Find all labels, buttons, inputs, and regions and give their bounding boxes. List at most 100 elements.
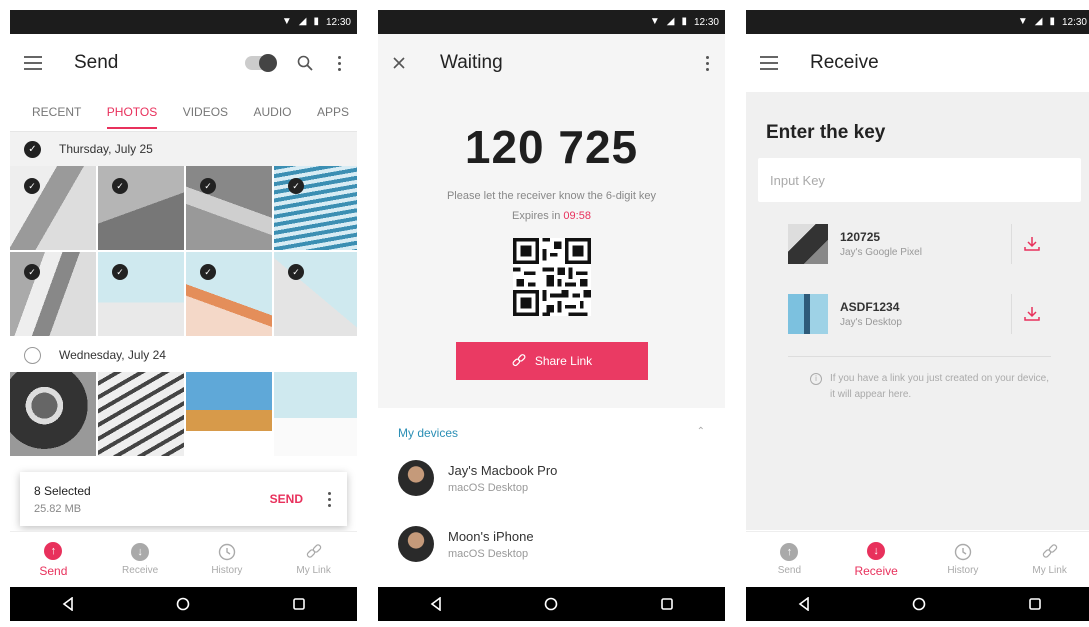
qr-code — [512, 238, 591, 316]
recents-icon[interactable] — [1024, 593, 1046, 615]
back-icon[interactable] — [425, 593, 447, 615]
recents-icon[interactable] — [288, 593, 310, 615]
home-icon[interactable] — [540, 593, 562, 615]
more-icon[interactable] — [325, 491, 333, 507]
photo-thumbnail[interactable] — [10, 372, 96, 456]
back-icon[interactable] — [793, 593, 815, 615]
download-icon[interactable] — [1011, 294, 1051, 334]
unchecked-circle-icon[interactable] — [24, 346, 41, 364]
photo-thumbnail[interactable]: ✓ — [186, 166, 272, 250]
recents-icon[interactable] — [656, 593, 678, 615]
photo-thumbnail[interactable]: ✓ — [274, 252, 357, 336]
photo-thumbnail[interactable]: ✓ — [10, 252, 96, 336]
status-bar: ▼ ◢ ▮ 12:30 — [10, 10, 357, 34]
nav-send[interactable]: ↑ Send — [754, 543, 824, 576]
photo-thumbnail[interactable] — [186, 372, 272, 456]
photo-thumbnail[interactable]: ✓ — [98, 166, 184, 250]
chevron-up-icon[interactable]: ⌃ — [697, 426, 705, 440]
wifi-icon: ▼ — [649, 16, 660, 27]
check-icon: ✓ — [200, 264, 216, 280]
upload-icon: ↑ — [44, 541, 63, 560]
devices-header[interactable]: My devices ⌃ — [398, 426, 705, 440]
key-input[interactable] — [758, 158, 1081, 202]
check-icon[interactable]: ✓ — [24, 140, 41, 158]
hint-text: If you have a link you just created on y… — [830, 373, 1050, 400]
app-bar: Send — [10, 34, 357, 92]
tab-recent[interactable]: RECENT — [32, 95, 81, 129]
search-icon[interactable] — [297, 55, 313, 71]
photo-thumbnail[interactable] — [274, 372, 357, 456]
status-bar: ▼ ◢ ▮ 12:30 — [746, 10, 1089, 34]
nav-label: Send — [39, 563, 68, 578]
link-icon — [305, 543, 323, 561]
link-hint: i If you have a link you just created on… — [810, 371, 1051, 403]
waiting-screen: ▼ ◢ ▮ 12:30 Waiting 120 725 Please let t… — [378, 10, 725, 621]
tab-photos[interactable]: PHOTOS — [106, 95, 158, 129]
recent-key-item[interactable]: 120725 Jay's Google Pixel — [788, 216, 1051, 272]
nav-send[interactable]: ↑ Send — [18, 541, 88, 578]
photo-thumbnail[interactable]: ✓ — [274, 166, 357, 250]
send-screen: ▼ ◢ ▮ 12:30 Send RECENT PHOTOS VIDEOS AU… — [10, 10, 357, 621]
home-icon[interactable] — [172, 593, 194, 615]
signal-icon: ◢ — [1034, 16, 1043, 27]
download-icon: ↓ — [867, 541, 886, 560]
nav-my-link[interactable]: My Link — [1015, 543, 1085, 576]
photo-thumbnail[interactable]: ✓ — [186, 252, 272, 336]
tab-videos[interactable]: VIDEOS — [183, 95, 228, 129]
device-item[interactable]: Moon's iPhone macOS Desktop — [398, 526, 705, 562]
more-icon[interactable] — [335, 55, 343, 71]
photo-thumbnail[interactable]: ✓ — [98, 252, 184, 336]
expiry-label: Expires in — [512, 210, 561, 222]
bottom-navigation: ↑ Send ↓ Receive History My Link — [746, 531, 1089, 587]
battery-icon: ▮ — [1049, 16, 1055, 27]
nav-my-link[interactable]: My Link — [279, 543, 349, 576]
menu-icon[interactable] — [24, 56, 42, 70]
more-icon[interactable] — [703, 55, 711, 71]
recent-key-item[interactable]: ASDF1234 Jay's Desktop — [788, 286, 1051, 342]
device-item[interactable]: Jay's Macbook Pro macOS Desktop — [398, 460, 705, 496]
nav-receive[interactable]: ↓ Receive — [105, 543, 175, 576]
date-label: Thursday, July 25 — [59, 142, 153, 156]
photo-thumbnail[interactable]: ✓ — [10, 166, 96, 250]
wifi-icon: ▼ — [281, 16, 292, 27]
send-button[interactable]: SEND — [270, 492, 303, 506]
media-tabs: RECENT PHOTOS VIDEOS AUDIO APPS — [10, 92, 357, 132]
date-group-header: Wednesday, July 24 — [10, 338, 357, 372]
status-time: 12:30 — [1061, 16, 1087, 28]
key-panel: 120 725 Please let the receiver know the… — [378, 92, 725, 408]
menu-icon[interactable] — [760, 56, 778, 70]
close-icon[interactable] — [392, 56, 406, 70]
tab-audio[interactable]: AUDIO — [253, 95, 291, 129]
expiry-text: Expires in 09:58 — [512, 210, 591, 222]
battery-icon: ▮ — [313, 16, 319, 27]
enter-key-heading: Enter the key — [766, 122, 886, 143]
link-icon — [1041, 543, 1059, 561]
back-icon[interactable] — [57, 593, 79, 615]
link-icon — [511, 353, 527, 369]
nav-label: History — [947, 565, 979, 576]
status-time: 12:30 — [325, 16, 351, 28]
devices-title: My devices — [398, 426, 459, 440]
key-device: Jay's Desktop — [840, 317, 902, 328]
toggle-switch[interactable] — [245, 54, 277, 72]
key-instruction: Please let the receiver know the 6-digit… — [446, 190, 657, 202]
nav-label: History — [211, 565, 243, 576]
nav-label: My Link — [296, 565, 331, 576]
home-icon[interactable] — [908, 593, 930, 615]
nav-receive[interactable]: ↓ Receive — [841, 541, 911, 578]
page-title: Waiting — [440, 52, 503, 73]
app-bar: Receive — [746, 34, 1089, 92]
photo-thumbnail[interactable] — [98, 372, 184, 456]
share-link-button[interactable]: Share Link — [455, 342, 648, 380]
nav-history[interactable]: History — [928, 543, 998, 576]
download-icon[interactable] — [1011, 224, 1051, 264]
avatar — [398, 460, 434, 496]
photo-grid: ✓ ✓ ✓ ✓ ✓ ✓ ✓ ✓ — [10, 166, 357, 336]
selection-bar: 8 Selected 25.82 MB SEND — [20, 472, 347, 526]
system-navbar — [378, 587, 725, 621]
download-icon: ↓ — [131, 543, 150, 561]
check-icon: ✓ — [288, 264, 304, 280]
key-value: 120725 — [840, 230, 881, 244]
nav-history[interactable]: History — [192, 543, 262, 576]
tab-apps[interactable]: APPS — [317, 95, 349, 129]
